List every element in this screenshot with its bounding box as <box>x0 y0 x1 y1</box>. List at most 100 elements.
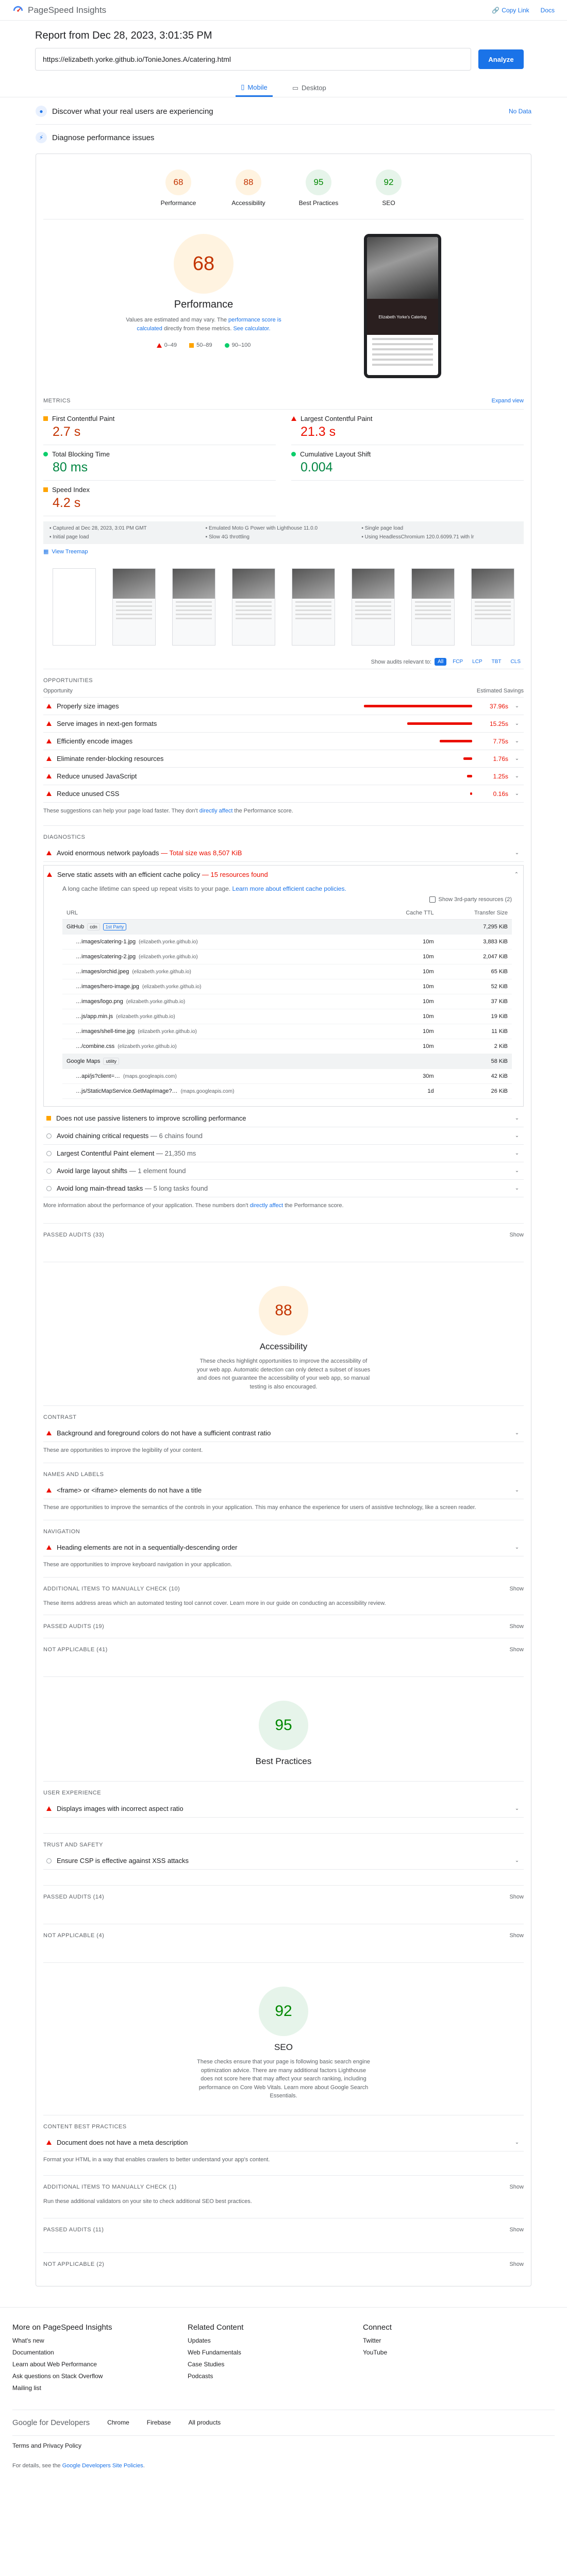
footer-link[interactable]: Documentation <box>12 2349 188 2356</box>
diagnostic-item[interactable]: Largest Contentful Paint element — 21,35… <box>43 1145 524 1162</box>
terms-link[interactable]: Terms and Privacy Policy <box>12 2435 555 2455</box>
audit-contrast[interactable]: Background and foreground colors do not … <box>43 1425 524 1442</box>
audit-network-payloads[interactable]: Avoid enormous network payloads — Total … <box>43 844 524 862</box>
opp-directly-affect-link[interactable]: directly affect <box>199 808 233 814</box>
google-developers-logo[interactable]: Google for Developers <box>12 2418 90 2427</box>
footer-link[interactable]: Twitter <box>363 2337 538 2344</box>
bp-passed-audits[interactable]: PASSED AUDITS (14) Show <box>43 1885 524 1908</box>
calculator-link[interactable]: See calculator. <box>233 326 270 332</box>
audit-cache-policy-header[interactable]: Serve static assets with an efficient ca… <box>44 866 523 883</box>
contrast-heading: CONTRAST <box>43 1405 524 1425</box>
footer-product-link[interactable]: Firebase <box>147 2419 171 2426</box>
filter-cls[interactable]: CLS <box>508 658 524 666</box>
performance-gauge[interactable]: 68 <box>174 234 234 294</box>
show-button[interactable]: Show <box>509 1647 524 1653</box>
opportunity-item[interactable]: Properly size images 37.96s ⌄ <box>43 698 524 715</box>
resource-url[interactable]: …images/logo.png <box>76 998 123 1005</box>
view-treemap-button[interactable]: ▦ View Treemap <box>43 548 524 555</box>
diag-directly-affect-link[interactable]: directly affect <box>250 1202 284 1209</box>
entity-group-row[interactable]: GitHub cdn 1st Party 7,295 KiB <box>62 919 512 935</box>
a11y-not-applicable[interactable]: NOT APPLICABLE (41) Show <box>43 1638 524 1661</box>
entity-tag: utility <box>103 1058 119 1065</box>
seo-gauge[interactable]: 92 <box>259 1987 308 2036</box>
analyze-button[interactable]: Analyze <box>478 49 524 69</box>
opportunity-item[interactable]: Serve images in next-gen formats 15.25s ⌄ <box>43 715 524 733</box>
tab-mobile[interactable]: ▯ Mobile <box>236 79 273 97</box>
footer-link[interactable]: Updates <box>188 2337 363 2344</box>
a11y-passed-audits[interactable]: PASSED AUDITS (19) Show <box>43 1615 524 1638</box>
footer-link[interactable]: Mailing list <box>12 2384 188 2392</box>
seo-not-applicable[interactable]: NOT APPLICABLE (2) Show <box>43 2252 524 2276</box>
tab-desktop[interactable]: ▭ Desktop <box>287 79 331 97</box>
resource-url[interactable]: …/combine.css <box>76 1043 114 1049</box>
audit-frame-title[interactable]: <frame> or <iframe> elements do not have… <box>43 1482 524 1499</box>
footer-link[interactable]: Podcasts <box>188 2372 363 2380</box>
metric-label: Cumulative Layout Shift <box>300 450 371 458</box>
copy-link-button[interactable]: 🔗 Copy Link <box>492 7 529 14</box>
diagnostic-item[interactable]: Does not use passive listeners to improv… <box>43 1110 524 1127</box>
footer-link[interactable]: Case Studies <box>188 2361 363 2368</box>
score-gauge-best-practices[interactable]: 95 Best Practices <box>295 170 342 207</box>
resource-url[interactable]: …images/orchid.jpeg <box>76 969 129 975</box>
accessibility-title: Accessibility <box>259 1342 308 1351</box>
docs-link[interactable]: Docs <box>541 7 555 14</box>
diagnostic-item[interactable]: Avoid long main-thread tasks — 5 long ta… <box>43 1180 524 1197</box>
show-button[interactable]: Show <box>509 2261 524 2267</box>
show-button[interactable]: Show <box>509 2227 524 2233</box>
audit-meta-description[interactable]: Document does not have a meta descriptio… <box>43 2134 524 2151</box>
show-button[interactable]: Show <box>509 1232 524 1238</box>
filter-fcp[interactable]: FCP <box>449 658 466 666</box>
site-policies-link[interactable]: Google Developers Site Policies <box>62 2463 143 2469</box>
opportunity-item[interactable]: Reduce unused JavaScript 1.25s ⌄ <box>43 768 524 785</box>
resource-url[interactable]: …js/StaticMapService.GetMapImage?… <box>76 1088 177 1094</box>
resource-url[interactable]: …js/app.min.js <box>76 1013 113 1020</box>
resource-url[interactable]: …images/catering-2.jpg <box>76 954 136 960</box>
footer-product-link[interactable]: Chrome <box>107 2419 129 2426</box>
resource-url[interactable]: …images/shell-time.jpg <box>76 1028 135 1035</box>
audit-aspect-ratio[interactable]: Displays images with incorrect aspect ra… <box>43 1800 524 1818</box>
score-gauge-seo[interactable]: 92 SEO <box>365 170 412 207</box>
show-button[interactable]: Show <box>509 1894 524 1900</box>
filter-tbt[interactable]: TBT <box>489 658 505 666</box>
show-button[interactable]: Show <box>509 1933 524 1939</box>
brand[interactable]: PageSpeed Insights <box>12 5 106 16</box>
footer-link[interactable]: Web Fundamentals <box>188 2349 363 2356</box>
show-button[interactable]: Show <box>509 1586 524 1592</box>
entity-group-row[interactable]: Google Maps utility 58 KiB <box>62 1054 512 1069</box>
accessibility-gauge[interactable]: 88 <box>259 1286 308 1335</box>
url-input[interactable]: https://elizabeth.yorke.github.io/TonieJ… <box>35 48 471 71</box>
resource-url[interactable]: …images/catering-1.jpg <box>76 939 136 945</box>
expand-view-link[interactable]: Expand view <box>492 398 524 404</box>
metric-speed-index: Speed Index 4.2 s <box>43 481 276 516</box>
filter-all[interactable]: All <box>435 658 447 666</box>
footer-product-link[interactable]: All products <box>188 2419 221 2426</box>
audit-heading-order[interactable]: Heading elements are not in a sequential… <box>43 1539 524 1556</box>
footer-link[interactable]: Learn about Web Performance <box>12 2361 188 2368</box>
footer-link[interactable]: What's new <box>12 2337 188 2344</box>
perf-passed-audits[interactable]: PASSED AUDITS (33) Show <box>43 1223 524 1246</box>
diagnostic-item[interactable]: Avoid large layout shifts — 1 element fo… <box>43 1162 524 1180</box>
opportunity-item[interactable]: Eliminate render-blocking resources 1.76s… <box>43 750 524 768</box>
filter-lcp[interactable]: LCP <box>469 658 485 666</box>
opportunity-item[interactable]: Efficiently encode images 7.75s ⌄ <box>43 733 524 750</box>
best-practices-gauge[interactable]: 95 <box>259 1701 308 1750</box>
bp-not-applicable[interactable]: NOT APPLICABLE (4) Show <box>43 1924 524 1947</box>
seo-manual-checks[interactable]: ADDITIONAL ITEMS TO MANUALLY CHECK (1) Sh… <box>43 2175 524 2198</box>
show-button[interactable]: Show <box>509 1623 524 1630</box>
resource-url[interactable]: …api/js?client=… <box>76 1073 120 1079</box>
footer-link[interactable]: YouTube <box>363 2349 538 2356</box>
third-party-checkbox[interactable] <box>429 896 436 903</box>
show-button[interactable]: Show <box>509 2184 524 2190</box>
cache-learn-more-link[interactable]: Learn more about efficient cache policie… <box>232 885 346 892</box>
diagnostic-item[interactable]: Avoid chaining critical requests — 6 cha… <box>43 1127 524 1145</box>
third-party-toggle[interactable]: Show 3rd-party resources (2) <box>62 892 512 907</box>
opportunity-item[interactable]: Reduce unused CSS 0.16s ⌄ <box>43 785 524 803</box>
a11y-manual-checks[interactable]: ADDITIONAL ITEMS TO MANUALLY CHECK (10) S… <box>43 1577 524 1600</box>
fail-icon <box>46 791 52 796</box>
score-gauge-performance[interactable]: 68 Performance <box>155 170 202 207</box>
footer-link[interactable]: Ask questions on Stack Overflow <box>12 2372 188 2380</box>
score-gauge-accessibility[interactable]: 88 Accessibility <box>225 170 272 207</box>
resource-url[interactable]: …images/hero-image.jpg <box>76 984 139 990</box>
seo-passed-audits[interactable]: PASSED AUDITS (11) Show <box>43 2217 524 2241</box>
audit-csp[interactable]: Ensure CSP is effective against XSS atta… <box>43 1852 524 1870</box>
